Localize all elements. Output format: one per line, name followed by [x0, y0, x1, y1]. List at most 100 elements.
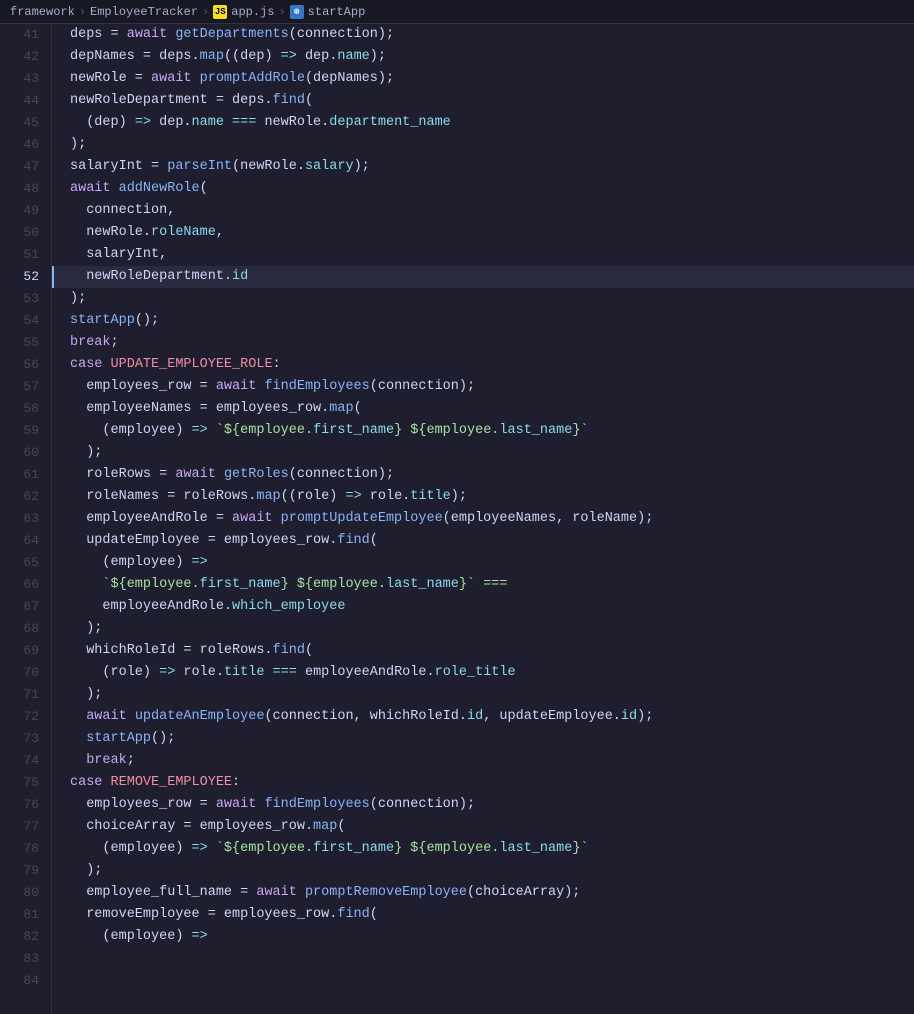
code-token: id	[467, 706, 483, 728]
code-token: last_name	[499, 838, 572, 860]
line-number-70: 70	[0, 662, 51, 684]
code-line-51: salaryInt,	[52, 244, 914, 266]
line-number-48: 48	[0, 178, 51, 200]
code-line-49: connection,	[52, 200, 914, 222]
code-editor: 4142434445464748495051525354555657585960…	[0, 24, 914, 1014]
code-token: (	[337, 816, 345, 838]
code-token: map	[200, 46, 224, 68]
code-token: (choiceArray);	[467, 882, 580, 904]
code-token: =>	[192, 552, 208, 574]
code-token: newRoleDepartment = deps.	[70, 90, 273, 112]
line-number-84: 84	[0, 970, 51, 992]
code-token: last_name	[386, 574, 459, 596]
code-token: employeeAndRole.	[305, 662, 435, 684]
code-token: role_title	[435, 662, 516, 684]
code-token: (	[354, 398, 362, 420]
code-token: (employee)	[70, 926, 192, 948]
code-token: newRole =	[70, 68, 151, 90]
line-number-62: 62	[0, 486, 51, 508]
code-token: id	[232, 266, 248, 288]
line-number-68: 68	[0, 618, 51, 640]
code-line-75: break;	[52, 750, 914, 772]
code-token: (employee)	[70, 838, 192, 860]
line-numbers: 4142434445464748495051525354555657585960…	[0, 24, 52, 1014]
code-token: (	[305, 640, 313, 662]
code-token: (	[370, 530, 378, 552]
line-number-46: 46	[0, 134, 51, 156]
code-line-71: (role) => role.title === employeeAndRole…	[52, 662, 914, 684]
code-line-46: );	[52, 134, 914, 156]
code-token: employeeNames = employees_row.	[70, 398, 329, 420]
code-token: ;	[111, 332, 119, 354]
code-token: } ${employee.	[394, 420, 499, 442]
code-token: ();	[135, 310, 159, 332]
line-number-83: 83	[0, 948, 51, 970]
code-token: ===	[224, 112, 265, 134]
code-line-74: startApp();	[52, 728, 914, 750]
code-token: newRole.	[70, 222, 151, 244]
code-token: find	[273, 90, 305, 112]
breadcrumb-folder-employeetracker: EmployeeTracker	[90, 5, 198, 19]
code-token: role.	[175, 662, 224, 684]
code-token: dep.	[151, 112, 192, 134]
code-token: removeEmployee = employees_row.	[70, 904, 337, 926]
code-token: startApp	[70, 310, 135, 332]
code-line-48: await addNewRole(	[52, 178, 914, 200]
breadcrumb-bar: framework › EmployeeTracker › JS app.js …	[0, 0, 914, 24]
code-token: ((dep)	[224, 46, 281, 68]
line-number-42: 42	[0, 46, 51, 68]
code-token: =>	[135, 112, 151, 134]
code-token: (newRole.	[232, 156, 305, 178]
code-token: title	[410, 486, 451, 508]
code-token: :	[273, 354, 281, 376]
code-line-77: case REMOVE_EMPLOYEE:	[52, 772, 914, 794]
code-token: employeeAndRole.	[70, 596, 232, 618]
code-token: `${employee.	[208, 420, 313, 442]
code-token: } ${employee.	[394, 838, 499, 860]
code-token: last_name	[499, 420, 572, 442]
code-token: );	[70, 288, 86, 310]
code-token: employee_full_name =	[70, 882, 256, 904]
code-content[interactable]: deps = await getDepartments(connection);…	[52, 24, 914, 1014]
line-number-51: 51	[0, 244, 51, 266]
code-token: case	[70, 354, 111, 376]
code-line-50: newRole.roleName,	[52, 222, 914, 244]
code-token: await	[151, 68, 200, 90]
code-token: await	[216, 376, 265, 398]
code-token: employees_row =	[70, 794, 216, 816]
code-token: }`	[572, 838, 588, 860]
code-token: find	[337, 530, 369, 552]
code-token: (	[305, 90, 313, 112]
code-line-66: (employee) =>	[52, 552, 914, 574]
code-token: break	[70, 332, 111, 354]
code-token: (connection, whichRoleId.	[264, 706, 467, 728]
line-number-67: 67	[0, 596, 51, 618]
breadcrumb-icon-js: JS	[213, 5, 227, 19]
code-line-80: (employee) => `${employee.first_name} ${…	[52, 838, 914, 860]
code-token: (depNames);	[305, 68, 394, 90]
breadcrumb-sep-2: ›	[202, 5, 209, 19]
line-number-71: 71	[0, 684, 51, 706]
code-token: =>	[281, 46, 297, 68]
code-token: promptRemoveEmployee	[305, 882, 467, 904]
code-line-44: newRoleDepartment = deps.find(	[52, 90, 914, 112]
line-number-58: 58	[0, 398, 51, 420]
code-token: map	[313, 816, 337, 838]
code-line-68: employeeAndRole.which_employee	[52, 596, 914, 618]
code-token: first_name	[313, 420, 394, 442]
line-number-82: 82	[0, 926, 51, 948]
line-number-65: 65	[0, 552, 51, 574]
breadcrumb-icon-ts: ⊕	[290, 5, 304, 19]
code-line-55: break;	[52, 332, 914, 354]
code-line-47: salaryInt = parseInt(newRole.salary);	[52, 156, 914, 178]
code-token: }` ===	[459, 574, 508, 596]
line-number-57: 57	[0, 376, 51, 398]
code-token: );	[70, 618, 102, 640]
code-line-54: startApp();	[52, 310, 914, 332]
code-token: title	[224, 662, 265, 684]
line-number-79: 79	[0, 860, 51, 882]
line-number-59: 59	[0, 420, 51, 442]
code-token: , updateEmployee.	[483, 706, 621, 728]
line-number-53: 53	[0, 288, 51, 310]
code-token: =>	[192, 838, 208, 860]
